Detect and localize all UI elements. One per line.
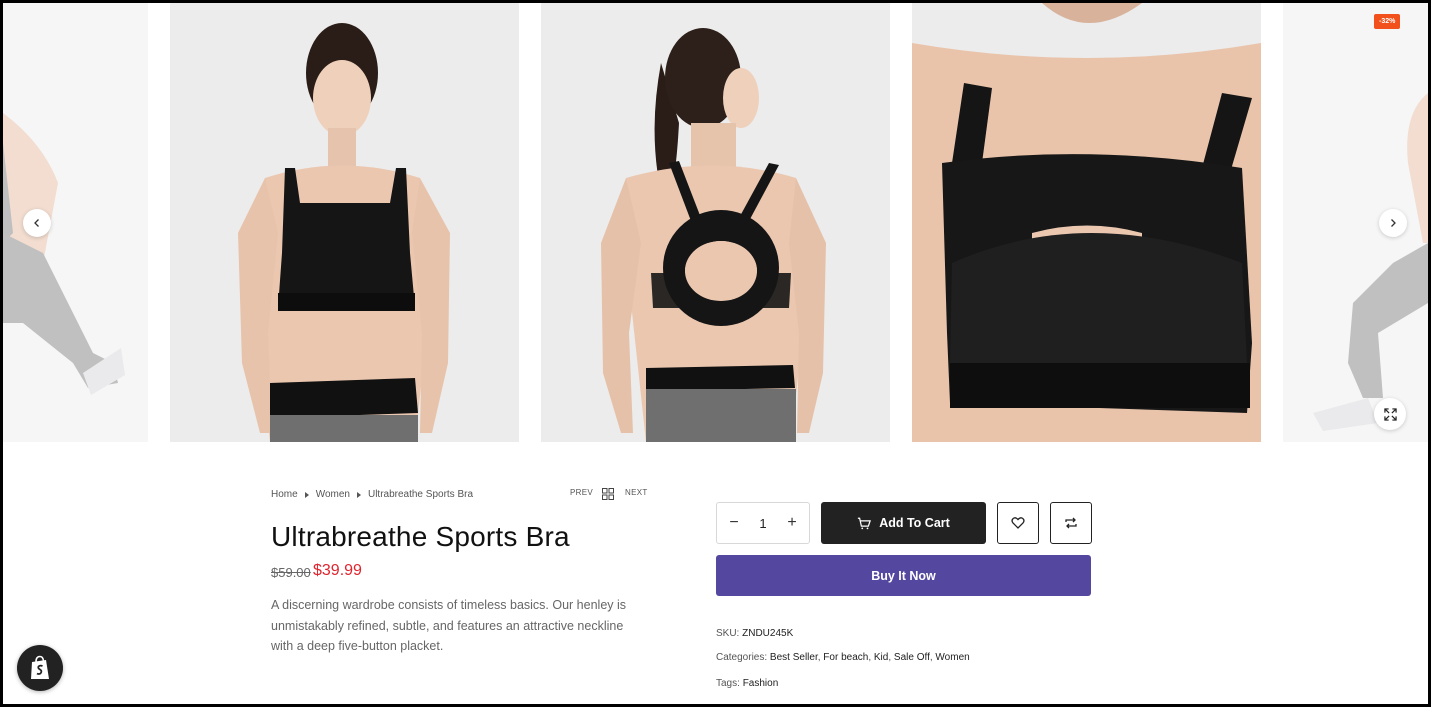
next-product-link[interactable]: NEXT: [625, 488, 648, 497]
tags-label: Tags:: [716, 678, 740, 689]
wishlist-button[interactable]: [997, 502, 1039, 544]
sale-price: $39.99: [313, 562, 362, 579]
expand-icon: [1383, 407, 1397, 421]
product-image-3[interactable]: [541, 3, 890, 442]
zoom-button[interactable]: [1374, 398, 1406, 430]
buy-now-button[interactable]: Buy It Now: [716, 555, 1091, 596]
product-title: Ultrabreathe Sports Bra: [271, 521, 570, 552]
product-gallery: -32%: [3, 3, 1428, 442]
original-price: $59.00: [271, 565, 311, 580]
breadcrumb-current: Ultrabreathe Sports Bra: [367, 489, 474, 500]
quantity-stepper: − 1 +: [716, 502, 810, 544]
caret-right-icon: [356, 491, 361, 498]
compare-button[interactable]: [1050, 502, 1092, 544]
category-link[interactable]: Best Seller: [770, 652, 818, 663]
sku-label: SKU:: [716, 628, 740, 639]
product-image-2[interactable]: [170, 3, 519, 442]
tag-link[interactable]: Fashion: [743, 678, 779, 689]
product-description: A discerning wardrobe consists of timele…: [271, 598, 627, 653]
cart-icon: [858, 517, 872, 529]
add-to-cart-button[interactable]: Add To Cart: [821, 502, 986, 544]
heart-icon: [1011, 517, 1025, 529]
breadcrumb-home[interactable]: Home: [271, 489, 298, 500]
breadcrumb: Home Women Ultrabreathe Sports Bra: [271, 489, 473, 500]
category-link[interactable]: For beach: [823, 652, 868, 663]
category-link[interactable]: Women: [935, 652, 969, 663]
sku-row: SKU: ZNDU245K: [716, 628, 793, 639]
compare-icon: [1065, 517, 1077, 529]
prev-product-link[interactable]: PREV: [570, 488, 593, 497]
shopify-bag-icon: [31, 655, 49, 679]
quantity-input[interactable]: 1: [759, 516, 766, 531]
tags-row: Tags: Fashion: [716, 678, 778, 689]
gallery-prev-button[interactable]: [23, 209, 51, 237]
product-page: -32% Home Women Ultrabreathe Sports Bra …: [3, 3, 1428, 704]
category-link[interactable]: Kid: [874, 652, 888, 663]
sale-badge: -32%: [1374, 14, 1401, 29]
sku-value: ZNDU245K: [742, 628, 794, 639]
grid-icon[interactable]: [602, 488, 614, 500]
chevron-right-icon: [1391, 219, 1396, 227]
product-image-4[interactable]: [912, 3, 1261, 442]
breadcrumb-category[interactable]: Women: [316, 489, 350, 500]
gallery-next-button[interactable]: [1379, 209, 1407, 237]
quantity-decrease-button[interactable]: −: [726, 514, 742, 532]
add-to-cart-label: Add To Cart: [879, 516, 950, 530]
chevron-left-icon: [34, 219, 39, 227]
categories-label: Categories:: [716, 652, 768, 663]
quantity-increase-button[interactable]: +: [784, 514, 800, 532]
category-link[interactable]: Sale Off: [894, 652, 930, 663]
shopify-badge[interactable]: [17, 645, 63, 691]
categories-row: Categories: Best Seller, For beach, Kid,…: [716, 652, 970, 663]
caret-right-icon: [304, 491, 309, 498]
